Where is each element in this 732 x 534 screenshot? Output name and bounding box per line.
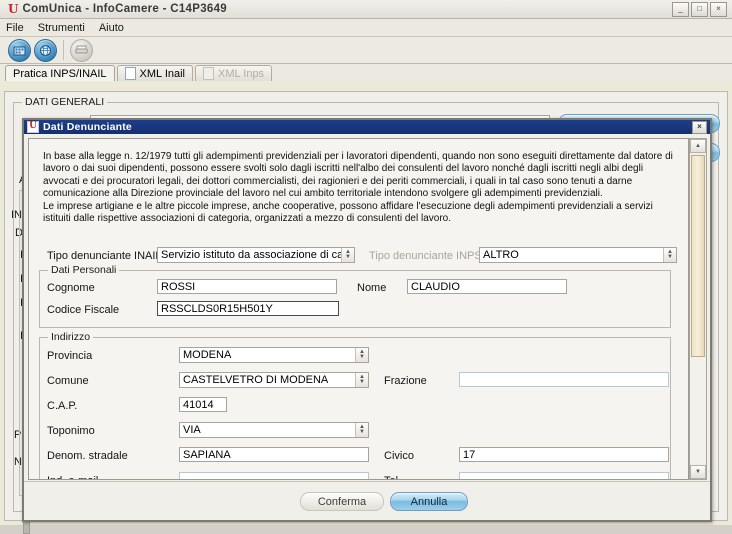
window-title: ComUnica - InfoCamere - C14P3649 bbox=[22, 3, 672, 15]
menu-item-aiuto[interactable]: Aiuto bbox=[99, 22, 124, 34]
toolbar bbox=[0, 37, 732, 64]
toolbar-group-print bbox=[66, 39, 97, 62]
provincia-label: Provincia bbox=[47, 350, 92, 362]
combo-value: ALTRO bbox=[480, 248, 663, 262]
dialog-scroll-content: In base alla legge n. 12/1979 tutti gli … bbox=[28, 138, 689, 480]
toponimo-combo[interactable]: VIA ▲▼ bbox=[179, 422, 369, 438]
dialog-scrollbar[interactable]: ▲ ▼ bbox=[689, 138, 707, 480]
denom-stradale-field[interactable]: SAPIANA bbox=[179, 447, 369, 462]
combo-value: MODENA bbox=[180, 348, 355, 362]
codice-fiscale-field[interactable]: RSSCLDS0R15H501Y bbox=[157, 301, 339, 316]
combo-value: VIA bbox=[180, 423, 355, 437]
globe-icon[interactable] bbox=[34, 39, 57, 62]
menubar: File Strumenti Aiuto bbox=[0, 19, 732, 37]
open-practice-icon[interactable] bbox=[8, 39, 31, 62]
close-button[interactable]: × bbox=[710, 2, 727, 17]
chevron-updown-icon[interactable]: ▲▼ bbox=[355, 348, 368, 362]
email-label: Ind. e-mail bbox=[47, 475, 98, 480]
chevron-updown-icon[interactable]: ▲▼ bbox=[355, 373, 368, 387]
tel-label: Tel. bbox=[384, 475, 401, 480]
denom-stradale-label: Denom. stradale bbox=[47, 450, 128, 462]
dati-denunciante-dialog: U Dati Denunciante × In base alla legge … bbox=[22, 118, 712, 522]
print-icon bbox=[70, 39, 93, 62]
dialog-body: In base alla legge n. 12/1979 tutti gli … bbox=[24, 134, 710, 520]
tipo-denunciante-inps-label: Tipo denunciante INPS bbox=[369, 250, 482, 262]
combo-value: Servizio istituto da associazione di cat… bbox=[158, 248, 341, 262]
civico-label: Civico bbox=[384, 450, 414, 462]
scroll-up-icon[interactable]: ▲ bbox=[690, 139, 706, 153]
indirizzo-label: Indirizzo bbox=[48, 331, 93, 343]
cap-field[interactable]: 41014 bbox=[179, 397, 227, 412]
legal-paragraph-1: In base alla legge n. 12/1979 tutti gli … bbox=[43, 151, 678, 201]
window-controls: _ □ × bbox=[672, 2, 727, 17]
nome-field[interactable]: CLAUDIO bbox=[407, 279, 567, 294]
nome-label: Nome bbox=[357, 282, 386, 294]
tab-xml-inps: XML Inps bbox=[195, 65, 272, 81]
cognome-field[interactable]: ROSSI bbox=[157, 279, 337, 294]
xml-file-icon bbox=[125, 67, 136, 80]
menu-item-strumenti[interactable]: Strumenti bbox=[38, 22, 85, 34]
provincia-combo[interactable]: MODENA ▲▼ bbox=[179, 347, 369, 363]
comune-combo[interactable]: CASTELVETRO DI MODENA ▲▼ bbox=[179, 372, 369, 388]
tab-label: XML Inail bbox=[140, 68, 185, 80]
tab-strip: Pratica INPS/INAIL XML Inail XML Inps bbox=[0, 64, 732, 81]
cognome-label: Cognome bbox=[47, 282, 95, 294]
minimize-button[interactable]: _ bbox=[672, 2, 689, 17]
scrollbar-thumb[interactable] bbox=[691, 155, 705, 357]
dialog-logo-icon: U bbox=[27, 121, 39, 133]
tipo-denunciante-inail-combo[interactable]: Servizio istituto da associazione di cat… bbox=[157, 247, 355, 263]
dialog-close-icon[interactable]: × bbox=[692, 121, 707, 134]
cap-label: C.A.P. bbox=[47, 400, 77, 412]
window-titlebar: U ComUnica - InfoCamere - C14P3649 _ □ × bbox=[0, 0, 732, 19]
conferma-button[interactable]: Conferma bbox=[300, 492, 384, 511]
dialog-titlebar: U Dati Denunciante × bbox=[24, 120, 710, 134]
annulla-button[interactable]: Annulla bbox=[390, 492, 468, 511]
chevron-updown-icon[interactable]: ▲▼ bbox=[355, 423, 368, 437]
toolbar-group-primary bbox=[4, 39, 61, 62]
dialog-footer: Conferma Annulla bbox=[24, 481, 710, 520]
chevron-updown-icon[interactable]: ▲▼ bbox=[341, 248, 354, 262]
tab-label: XML Inps bbox=[218, 68, 264, 80]
scroll-down-icon[interactable]: ▼ bbox=[690, 465, 706, 479]
dati-personali-label: Dati Personali bbox=[48, 264, 119, 276]
tel-field[interactable] bbox=[459, 472, 669, 480]
codice-fiscale-label: Codice Fiscale bbox=[47, 304, 119, 316]
menu-item-file[interactable]: File bbox=[6, 22, 24, 34]
app-logo-icon: U bbox=[8, 2, 18, 16]
tab-label: Pratica INPS/INAIL bbox=[13, 68, 107, 80]
comune-label: Comune bbox=[47, 375, 89, 387]
dati-generali-label: DATI GENERALI bbox=[22, 96, 107, 108]
xml-file-icon bbox=[203, 67, 214, 80]
frazione-label: Frazione bbox=[384, 375, 427, 387]
tab-xml-inail[interactable]: XML Inail bbox=[117, 65, 193, 81]
dialog-title: Dati Denunciante bbox=[43, 121, 692, 133]
application-window: U ComUnica - InfoCamere - C14P3649 _ □ ×… bbox=[0, 0, 732, 525]
tipo-denunciante-inail-label: Tipo denunciante INAIL bbox=[47, 250, 162, 262]
email-field[interactable] bbox=[179, 472, 369, 480]
legal-notice: In base alla legge n. 12/1979 tutti gli … bbox=[43, 151, 678, 225]
combo-value: CASTELVETRO DI MODENA bbox=[180, 373, 355, 387]
toolbar-separator bbox=[63, 40, 64, 60]
dati-personali-group: Dati Personali bbox=[39, 270, 671, 328]
tab-pratica-inps-inail[interactable]: Pratica INPS/INAIL bbox=[5, 65, 115, 81]
frazione-field[interactable] bbox=[459, 372, 669, 387]
civico-field[interactable]: 17 bbox=[459, 447, 669, 462]
maximize-button[interactable]: □ bbox=[691, 2, 708, 17]
legal-paragraph-2: Le imprese artigiane e le altre piccole … bbox=[43, 201, 678, 226]
chevron-updown-icon: ▲▼ bbox=[663, 248, 676, 262]
tipo-denunciante-inps-combo: ALTRO ▲▼ bbox=[479, 247, 677, 263]
toponimo-label: Toponimo bbox=[47, 425, 95, 437]
